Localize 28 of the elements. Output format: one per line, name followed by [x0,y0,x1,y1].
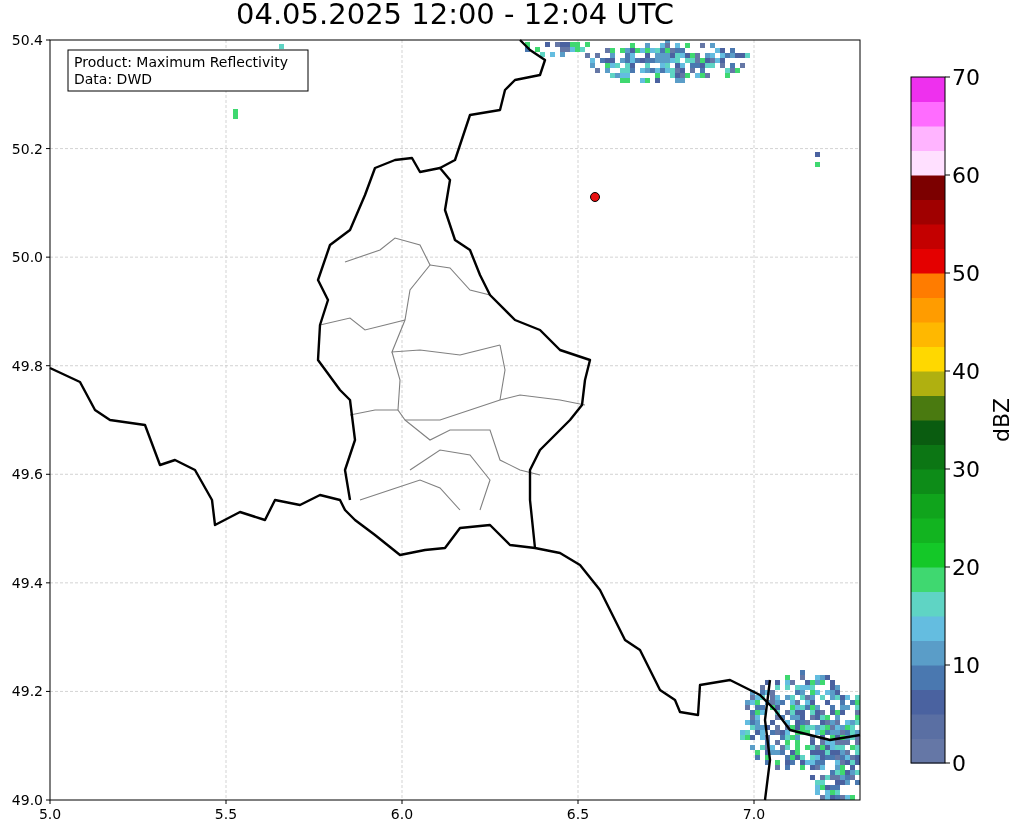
y-tick-label: 50.2 [11,140,43,157]
x-tick-label: 6.5 [566,806,590,822]
radar-echo-drawing [233,109,238,119]
x-tick-label: 7.0 [742,806,766,822]
colorbar-tick-label: 20 [952,555,980,580]
chart-title: 04.05.2025 12:00 - 12:04 UTC [236,0,674,32]
y-tick-label: 49.8 [11,357,43,374]
y-tick-label: 49.6 [11,466,43,483]
colorbar-tick-label: 50 [952,261,980,286]
y-tick-label: 49.4 [11,574,43,591]
colorbar-tick-label: 70 [952,67,980,90]
y-tick-label: 49.0 [11,792,43,808]
radar-echo-drawing [815,152,820,167]
x-tick-label: 6.0 [390,806,414,822]
colorbar-tick-label: 40 [952,359,980,384]
y-tick-label: 50.4 [11,32,43,48]
info-text: Product: Maximum Reflectivity [74,54,288,70]
colorbar-label: dBZ [989,397,1014,443]
location-marker [590,192,600,202]
y-tick-label: 50.0 [11,249,43,266]
colorbar-tick-label: 30 [952,457,980,482]
colorbar-tick-label: 0 [952,751,966,776]
x-tick-label: 5.5 [214,806,238,822]
colorbar-tick-label: 60 [952,163,980,188]
colorbar-tick-label: 10 [952,653,980,678]
x-tick-label: 5.0 [38,806,62,822]
y-tick-label: 49.2 [11,683,43,700]
info-text: Data: DWD [74,71,152,87]
